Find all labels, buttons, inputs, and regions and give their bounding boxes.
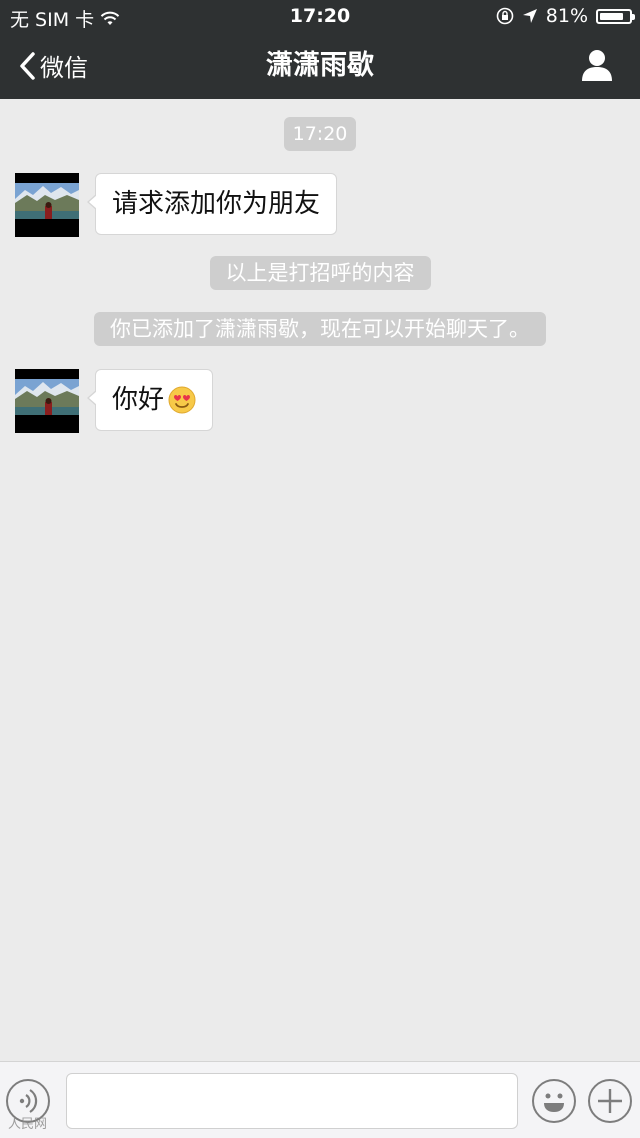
message-text: 你好 (112, 385, 165, 415)
system-message: 你已添加了潇潇雨歇，现在可以开始聊天了。 (94, 312, 546, 346)
status-right: 81% (496, 5, 635, 27)
plus-icon (598, 1089, 622, 1113)
message-text: 请求添加你为朋友 (112, 189, 321, 219)
avatar[interactable] (15, 369, 79, 433)
avatar[interactable] (15, 173, 79, 237)
timestamp-pill: 17:20 (283, 117, 357, 151)
battery-level (600, 12, 623, 20)
more-button[interactable] (588, 1079, 632, 1123)
message-row: 请求添加你为朋友 (15, 173, 338, 237)
battery-tip (632, 13, 635, 20)
avatar-landscape-image (15, 369, 79, 433)
battery-icon (596, 8, 635, 24)
smiling-face-with-heart-eyes-icon (168, 386, 196, 414)
emoji-button[interactable] (532, 1079, 576, 1123)
emoji-icon (544, 1093, 564, 1112)
input-bar: 人民网 (0, 1061, 640, 1138)
message-input[interactable] (66, 1073, 518, 1129)
chat-title: 潇潇雨歇 (266, 50, 374, 81)
nav-bar: 微信 潇潇雨歇 (0, 32, 640, 99)
battery-percent: 81% (545, 5, 588, 27)
message-bubble[interactable]: 你好 (86, 369, 214, 431)
orientation-lock-icon (496, 7, 514, 25)
system-message-row: 你已添加了潇潇雨歇，现在可以开始聊天了。 (0, 312, 640, 346)
watermark: 人民网 (8, 1117, 48, 1132)
system-message-row: 以上是打招呼的内容 (0, 256, 640, 290)
message-row: 你好 (15, 369, 214, 433)
person-icon[interactable] (580, 48, 614, 82)
location-arrow-icon (522, 9, 537, 23)
message-bubble[interactable]: 请求添加你为朋友 (86, 173, 338, 235)
status-bar: 无 SIM 卡 17:20 81% (0, 0, 640, 32)
system-message: 以上是打招呼的内容 (209, 256, 431, 290)
timestamp-row: 17:20 (0, 117, 640, 151)
avatar-landscape-image (15, 173, 79, 237)
